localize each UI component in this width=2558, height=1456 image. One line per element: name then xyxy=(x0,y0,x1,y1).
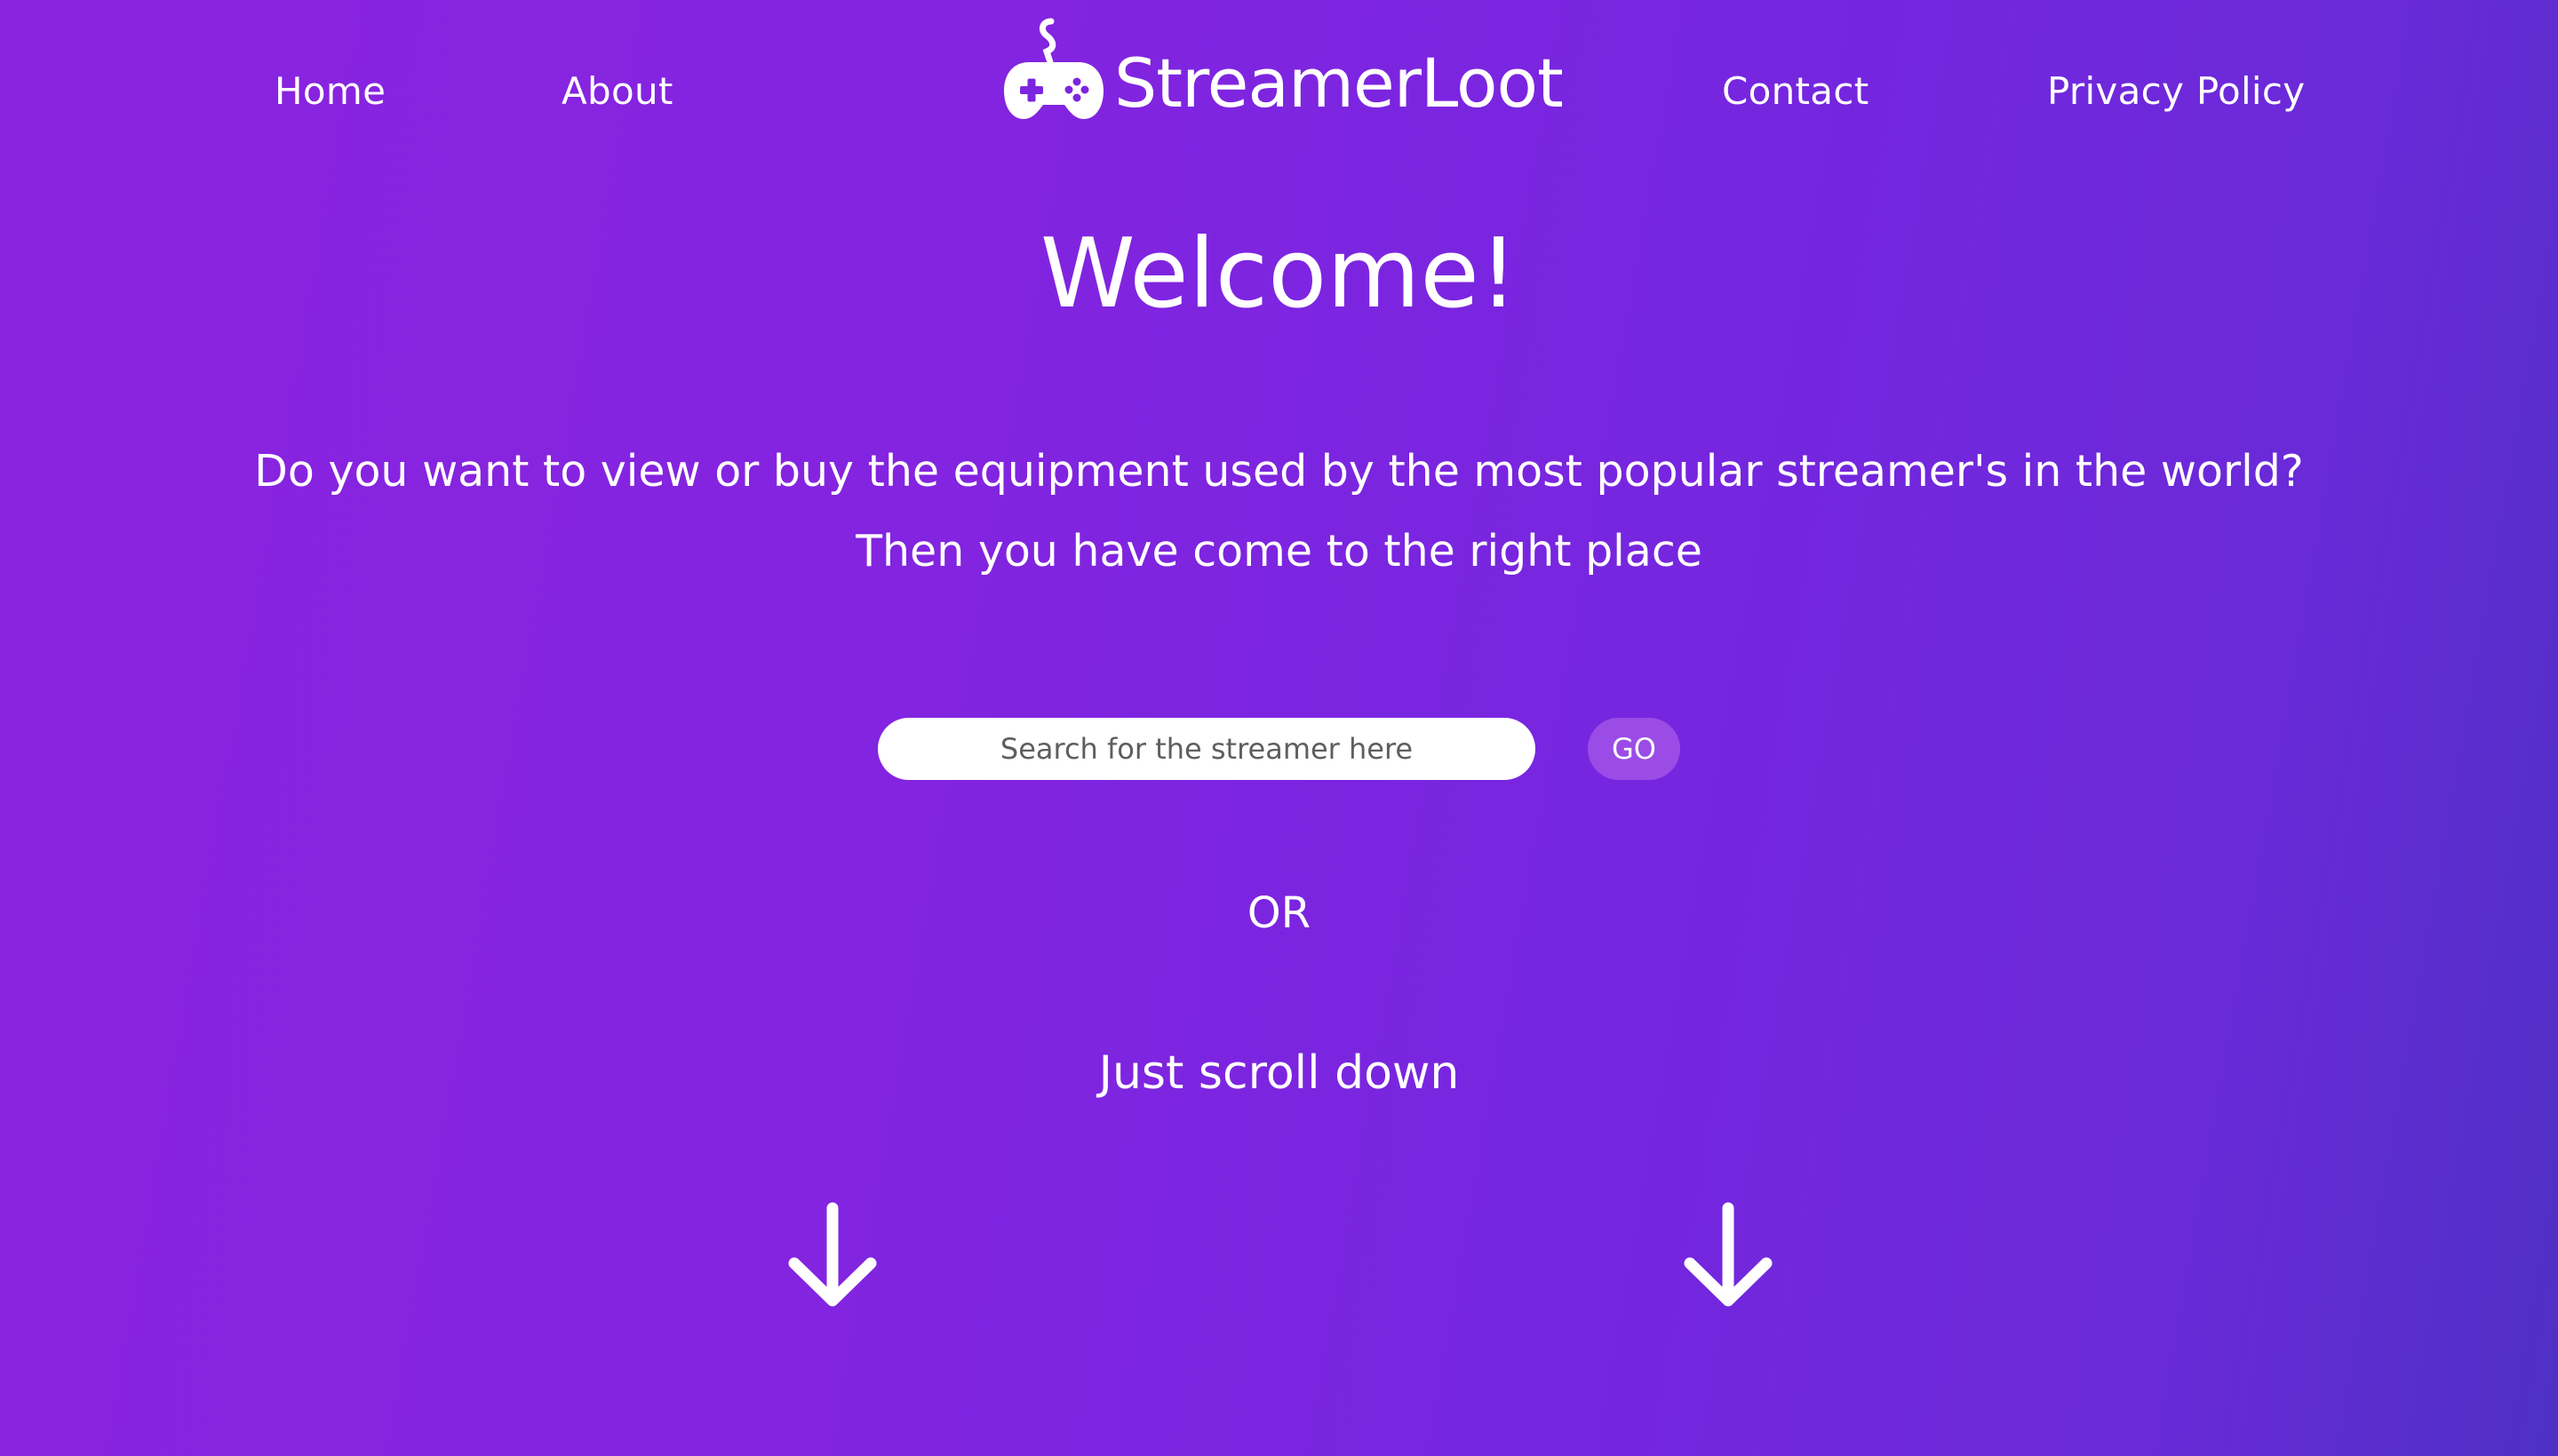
nav-home-link[interactable]: Home xyxy=(275,69,386,113)
or-divider-text: OR xyxy=(1247,888,1311,938)
page-title: Welcome! xyxy=(1040,219,1518,330)
arrow-down-icon xyxy=(788,1202,877,1307)
site-logo[interactable]: StreamerLoot xyxy=(1002,16,1564,123)
go-button[interactable]: GO xyxy=(1588,718,1680,780)
arrow-down-icon xyxy=(1684,1202,1773,1307)
logo-text: StreamerLoot xyxy=(1114,44,1564,123)
intro-text-line1: Do you want to view or buy the equipment… xyxy=(254,446,2304,497)
intro-text-line2: Then you have come to the right place xyxy=(856,526,1702,577)
search-input[interactable] xyxy=(878,718,1535,780)
nav-about-link[interactable]: About xyxy=(562,69,673,113)
scroll-down-text: Just scroll down xyxy=(1098,1046,1460,1100)
nav-contact-link[interactable]: Contact xyxy=(1722,69,1869,113)
nav-privacy-link[interactable]: Privacy Policy xyxy=(2047,69,2305,113)
gamepad-icon xyxy=(1004,18,1104,119)
